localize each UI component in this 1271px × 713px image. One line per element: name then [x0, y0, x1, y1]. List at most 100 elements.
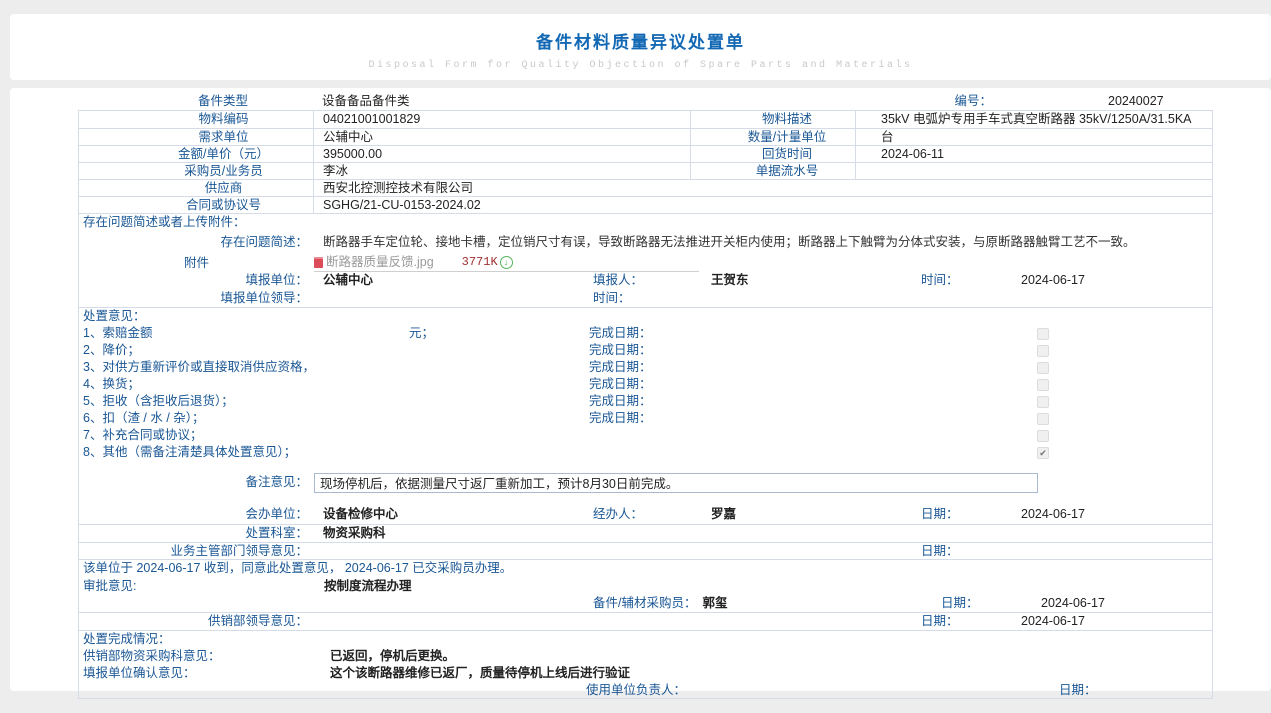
leader-time-label: 时间：: [593, 289, 691, 307]
reporter-label: 填报人：: [593, 272, 691, 289]
page-title: 备件材料质量异议处置单: [10, 14, 1271, 53]
approval-opinion-label: 审批意见:: [79, 577, 1212, 595]
report-unit-confirm-label: 填报单位确认意见：: [79, 665, 330, 682]
sales-leader-row: 供销部领导意见： 日期： 2024-06-17: [79, 612, 1212, 630]
spare-type-label: 备件类型: [78, 93, 313, 110]
disposal-item-text: 6、扣（渣 / 水 / 杂）；: [83, 411, 205, 426]
title-card: 备件材料质量异议处置单 Disposal Form for Quality Ob…: [10, 14, 1271, 80]
disposal-item-row-5: 5、拒收（含拒收后退货）； 完成日期：: [79, 393, 1212, 410]
reporter-value: 王贺东: [691, 272, 836, 289]
complete-date-label: 完成日期：: [589, 410, 1037, 427]
supplier-value: 西安北控测控技术有限公司: [314, 180, 1212, 196]
reporter-leader-label: 填报单位领导：: [79, 289, 314, 307]
received-line: 该单位于 2024-06-17 收到，同意此处置意见， 2024-06-17 已…: [79, 560, 1212, 577]
disposal-item-row-4: 4、换货； 完成日期：: [79, 376, 1212, 393]
report-unit-confirm-row: 填报单位确认意见： 这个该断路器维修已返厂，质量待停机上线后进行验证: [79, 665, 1212, 682]
disposal-checkbox-8[interactable]: ✔: [1037, 447, 1049, 459]
report-unit-confirm-value: 这个该断路器维修已返厂，质量待停机上线后进行验证: [330, 665, 630, 682]
spare-type-value: 设备备品备件类: [313, 93, 690, 110]
demand-unit-row: 需求单位 公辅中心 数量/计量单位 台: [79, 128, 1212, 145]
material-desc-label: 物料描述: [691, 111, 856, 128]
problem-desc-row: 存在问题简述： 断路器手车定位轮、接地卡槽，定位销尺寸有误，导致断路器无法推进开…: [79, 231, 1212, 254]
amount-row: 金额/单价（元） 395000.00 回货时间 2024-06-11: [79, 145, 1212, 162]
complete-date-label: 完成日期：: [589, 393, 1037, 410]
doc-no-label: 编号：: [855, 93, 1040, 110]
download-icon[interactable]: ↓: [500, 256, 513, 269]
approval-opinion-row: 审批意见: 按制度流程办理: [79, 577, 1212, 595]
attachment-link[interactable]: 断路器质量反馈.jpg 3771K ↓: [314, 254, 699, 272]
attachment-label: 附件: [79, 254, 314, 272]
report-time-value: 2024-06-17: [1021, 272, 1212, 289]
sales-leader-date-value: 2024-06-17: [1021, 613, 1212, 630]
meeting-unit-row: 会办单位： 设备检修中心 经办人： 罗嘉 日期： 2024-06-17: [79, 504, 1212, 524]
disposal-dept-row: 处置科室： 物资采购科: [79, 524, 1212, 542]
remark-row: 备注意见：: [79, 461, 1212, 504]
problem-desc-label: 存在问题简述：: [79, 231, 314, 254]
disposal-item-text: 3、对供方重新评价或直接取消供应资格，: [83, 360, 315, 375]
disposal-item-row-3: 3、对供方重新评价或直接取消供应资格， 完成日期：: [79, 359, 1212, 376]
meeting-date-label: 日期：: [921, 504, 1021, 524]
page-subtitle: Disposal Form for Quality Objection of S…: [10, 60, 1271, 71]
attachment-size: 3771K: [462, 255, 498, 270]
disposal-checkbox-3[interactable]: [1037, 362, 1049, 374]
meeting-date-value: 2024-06-17: [1021, 504, 1212, 524]
user-date-label: 日期：: [999, 682, 1212, 698]
disposal-checkbox-4[interactable]: [1037, 379, 1049, 391]
reporter-unit-label: 填报单位：: [79, 272, 314, 289]
amount-value: 395000.00: [314, 146, 691, 162]
disposal-checkbox-2[interactable]: [1037, 345, 1049, 357]
sales-leader-label: 供销部领导意见：: [79, 613, 314, 630]
supplier-label: 供应商: [79, 180, 314, 196]
spare-buyer-label: 备件/辅材采购员：: [593, 596, 696, 611]
disposal-item-text: 5、拒收（含拒收后退货）；: [83, 394, 234, 409]
problem-desc-value: 断路器手车定位轮、接地卡槽，定位销尺寸有误，导致断路器无法推进开关柜内使用；断路…: [314, 231, 1212, 254]
serial-value: [856, 163, 1212, 179]
material-code-row: 物料编码 04021001001829 物料描述 35kV 电弧炉专用手车式真空…: [79, 111, 1212, 128]
handler-value: 罗嘉: [691, 504, 836, 524]
problem-section-row: 存在问题简述或者上传附件：: [79, 213, 1212, 231]
disposal-checkbox-5[interactable]: [1037, 396, 1049, 408]
serial-label: 单据流水号: [691, 163, 856, 179]
claim-unit-suffix: 元；: [409, 326, 434, 341]
dept-leader-label: 业务主管部门领导意见：: [79, 543, 314, 559]
disposal-dept-value: 物资采购科: [314, 525, 593, 542]
disposal-checkbox-6[interactable]: [1037, 413, 1049, 425]
remark-input[interactable]: [314, 473, 1038, 493]
disposal-checkbox-7[interactable]: [1037, 430, 1049, 442]
buyer-value: 李冰: [314, 163, 691, 179]
user-leader-label: 使用单位负责人：: [586, 682, 999, 698]
dept-leader-date-label: 日期：: [921, 543, 1021, 559]
disposal-item-text: 7、补充合同或协议；: [83, 428, 202, 443]
contract-value: SGHG/21-CU-0153-2024.02: [314, 197, 1212, 213]
disposal-section-row: 处置意见：: [79, 307, 1212, 325]
reporter-leader-row: 填报单位领导： 时间：: [79, 289, 1212, 307]
approval-opinion-value: 按制度流程办理: [324, 579, 412, 594]
report-time-label: 时间：: [921, 272, 1021, 289]
disposal-item-text: 8、其他（需备注清楚具体处置意见）；: [83, 445, 296, 460]
spare-buyer-date-label: 日期：: [941, 595, 1041, 612]
form-card: 备件类型 设备备品备件类 编号： 20240027 物料编码 040210010…: [10, 88, 1271, 691]
received-line-row: 该单位于 2024-06-17 收到，同意此处置意见， 2024-06-17 已…: [79, 559, 1212, 577]
reporter-row: 填报单位： 公辅中心 填报人： 王贺东 时间： 2024-06-17: [79, 272, 1212, 289]
disposal-checkbox-1[interactable]: [1037, 328, 1049, 340]
disposal-item-row-8: 8、其他（需备注清楚具体处置意见）； ✔: [79, 444, 1212, 461]
return-date-value: 2024-06-11: [856, 146, 1212, 162]
purchase-dept-opinion-row: 供销部物资采购科意见： 已返回，停机后更换。: [79, 647, 1212, 665]
complete-date-label: 完成日期：: [589, 342, 1037, 359]
completion-section-row: 处置完成情况：: [79, 630, 1212, 647]
material-code-value: 04021001001829: [314, 111, 691, 128]
disposal-item-text: 4、换货；: [83, 377, 140, 392]
amount-label: 金额/单价（元）: [79, 146, 314, 162]
disposal-dept-label: 处置科室：: [79, 525, 314, 542]
qty-unit-label: 数量/计量单位: [691, 129, 856, 145]
demand-unit-label: 需求单位: [79, 129, 314, 145]
material-code-label: 物料编码: [79, 111, 314, 128]
attachment-filename[interactable]: 断路器质量反馈.jpg: [326, 255, 434, 270]
dept-leader-row: 业务主管部门领导意见： 日期：: [79, 542, 1212, 559]
purchase-dept-opinion-label: 供销部物资采购科意见：: [79, 647, 330, 665]
return-date-label: 回货时间: [691, 146, 856, 162]
form-border-box: 物料编码 04021001001829 物料描述 35kV 电弧炉专用手车式真空…: [78, 110, 1213, 699]
material-desc-value: 35kV 电弧炉专用手车式真空断路器 35kV/1250A/31.5KA: [856, 111, 1212, 128]
disposal-item-text: 1、索赔金额: [83, 326, 152, 341]
header-row: 备件类型 设备备品备件类 编号： 20240027: [78, 93, 1213, 110]
